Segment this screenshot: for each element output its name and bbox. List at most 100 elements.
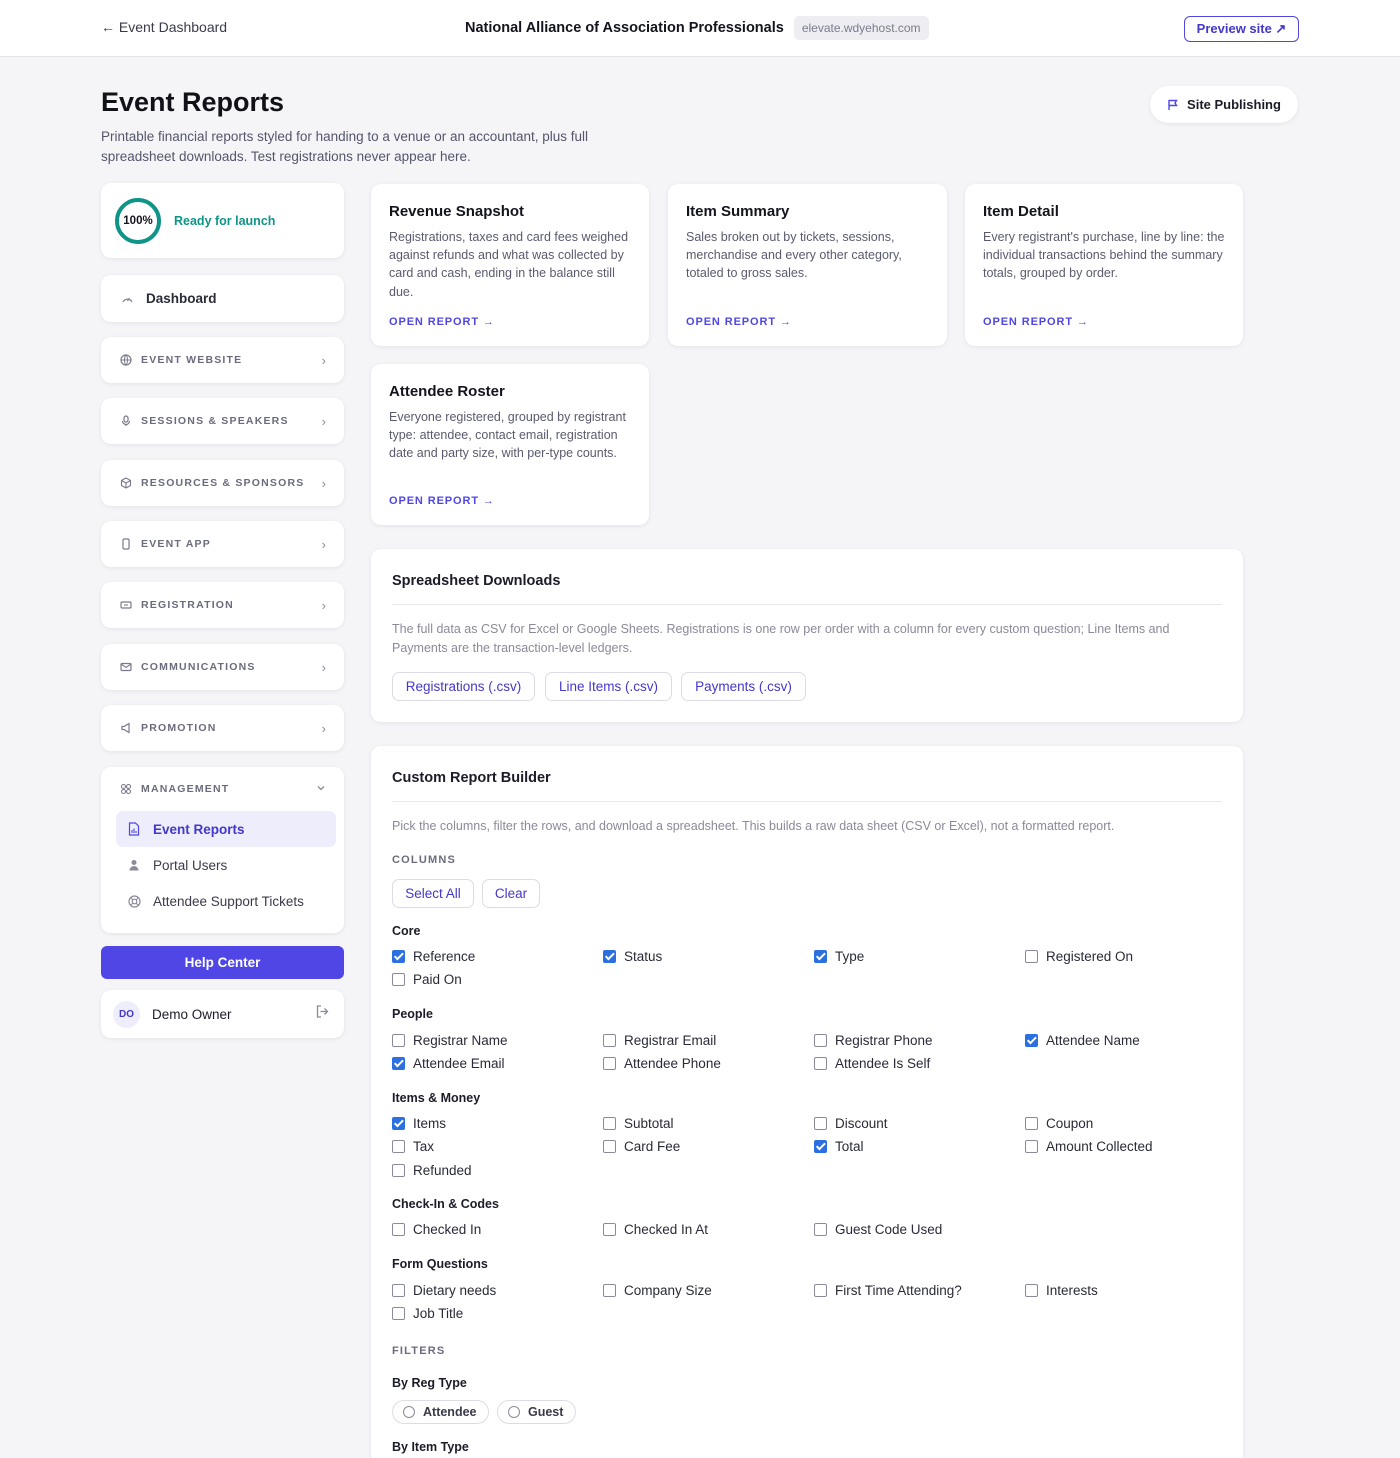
column-checkbox-guest-code-used[interactable]: Guest Code Used — [814, 1222, 942, 1237]
open-report-link[interactable]: OPEN REPORT → — [983, 316, 1089, 328]
checkbox[interactable] — [603, 1034, 616, 1047]
column-checkbox-type[interactable]: Type — [814, 949, 864, 964]
sidebar-item-event-app[interactable]: EVENT APP › — [101, 521, 344, 567]
sidebar-subitem-support-tickets[interactable]: Attendee Support Tickets — [116, 883, 336, 919]
site-publishing-button[interactable]: Site Publishing — [1150, 86, 1298, 123]
column-checkbox-total[interactable]: Total — [814, 1139, 864, 1154]
checkbox[interactable] — [392, 1117, 405, 1130]
column-checkbox-reference[interactable]: Reference — [392, 949, 475, 964]
checkbox[interactable] — [814, 1057, 827, 1070]
logout-icon[interactable] — [315, 1004, 330, 1024]
download-payments-button[interactable]: Payments (.csv) — [681, 672, 806, 701]
column-checkbox-card-fee[interactable]: Card Fee — [603, 1139, 680, 1154]
checkbox[interactable] — [1025, 1284, 1038, 1297]
column-checkbox-attendee-phone[interactable]: Attendee Phone — [603, 1056, 721, 1071]
download-line-items-button[interactable]: Line Items (.csv) — [545, 672, 672, 701]
checkbox[interactable] — [814, 1034, 827, 1047]
column-checkbox-attendee-name[interactable]: Attendee Name — [1025, 1033, 1140, 1048]
report-icon — [127, 822, 141, 836]
sidebar-subitem-event-reports[interactable]: Event Reports — [116, 811, 336, 847]
column-checkbox-tax[interactable]: Tax — [392, 1139, 434, 1154]
column-checkbox-subtotal[interactable]: Subtotal — [603, 1116, 674, 1131]
sidebar-item-registration[interactable]: REGISTRATION › — [101, 582, 344, 628]
checkbox[interactable] — [814, 1284, 827, 1297]
column-checkbox-checked-in[interactable]: Checked In — [392, 1222, 481, 1237]
column-checkbox-dietary-needs[interactable]: Dietary needs — [392, 1283, 496, 1298]
checkbox[interactable] — [1025, 1140, 1038, 1153]
column-checkbox-paid-on[interactable]: Paid On — [392, 972, 462, 987]
checkbox[interactable] — [392, 1284, 405, 1297]
column-checkbox-refunded[interactable]: Refunded — [392, 1163, 472, 1178]
sidebar-item-event-website[interactable]: EVENT WEBSITE › — [101, 337, 344, 383]
sidebar-item-sessions-speakers[interactable]: SESSIONS & SPEAKERS › — [101, 398, 344, 444]
sidebar-subitem-portal-users[interactable]: Portal Users — [116, 847, 336, 883]
open-report-link[interactable]: OPEN REPORT → — [686, 316, 792, 328]
radio[interactable] — [508, 1406, 520, 1418]
reg-type-option-guest[interactable]: Guest — [497, 1400, 577, 1424]
radio[interactable] — [403, 1406, 415, 1418]
checkbox[interactable] — [603, 1057, 616, 1070]
checkbox[interactable] — [603, 950, 616, 963]
checkbox[interactable] — [814, 1140, 827, 1153]
custom-report-builder-panel: Custom Report Builder Pick the columns, … — [371, 746, 1243, 1458]
checkbox[interactable] — [603, 1284, 616, 1297]
column-checkbox-job-title[interactable]: Job Title — [392, 1306, 463, 1321]
open-report-link[interactable]: OPEN REPORT → — [389, 495, 495, 507]
checkbox[interactable] — [392, 1223, 405, 1236]
checkbox[interactable] — [1025, 1034, 1038, 1047]
preview-site-button[interactable]: Preview site ↗ — [1184, 16, 1299, 42]
checkbox[interactable] — [814, 1117, 827, 1130]
checkbox[interactable] — [392, 1057, 405, 1070]
report-card-revenue-snapshot: Revenue Snapshot Registrations, taxes an… — [371, 184, 649, 346]
help-center-button[interactable]: Help Center — [101, 946, 344, 979]
checkbox[interactable] — [603, 1140, 616, 1153]
column-checkbox-registered-on[interactable]: Registered On — [1025, 949, 1133, 964]
column-checkbox-items[interactable]: Items — [392, 1116, 446, 1131]
back-to-dashboard-link[interactable]: ← Event Dashboard — [101, 19, 227, 35]
checkbox[interactable] — [392, 1034, 405, 1047]
top-bar: ← Event Dashboard National Alliance of A… — [0, 0, 1400, 57]
download-registrations-button[interactable]: Registrations (.csv) — [392, 672, 535, 701]
reg-type-option-attendee[interactable]: Attendee — [392, 1400, 490, 1424]
checkbox-label: Registrar Email — [624, 1033, 717, 1048]
sidebar-item-communications[interactable]: COMMUNICATIONS › — [101, 644, 344, 690]
launch-status-label: Ready for launch — [174, 213, 276, 228]
column-checkbox-first-time-attending[interactable]: First Time Attending? — [814, 1283, 962, 1298]
column-checkbox-interests[interactable]: Interests — [1025, 1283, 1098, 1298]
checkbox[interactable] — [392, 1140, 405, 1153]
column-checkbox-registrar-email[interactable]: Registrar Email — [603, 1033, 716, 1048]
sidebar-item-promotion[interactable]: PROMOTION › — [101, 705, 344, 751]
open-report-link[interactable]: OPEN REPORT → — [389, 316, 495, 328]
checkbox[interactable] — [392, 973, 405, 986]
column-checkbox-coupon[interactable]: Coupon — [1025, 1116, 1093, 1131]
checkbox-label: Discount — [835, 1116, 888, 1131]
sidebar-item-resources-sponsors[interactable]: RESOURCES & SPONSORS › — [101, 460, 344, 506]
checkbox[interactable] — [603, 1223, 616, 1236]
checkbox[interactable] — [603, 1117, 616, 1130]
checkbox[interactable] — [392, 1307, 405, 1320]
column-checkbox-company-size[interactable]: Company Size — [603, 1283, 712, 1298]
clear-button[interactable]: Clear — [482, 879, 540, 908]
checkbox[interactable] — [814, 1223, 827, 1236]
checkbox[interactable] — [392, 950, 405, 963]
column-checkbox-attendee-is-self[interactable]: Attendee Is Self — [814, 1056, 930, 1071]
column-checkbox-status[interactable]: Status — [603, 949, 662, 964]
sidebar-item-management[interactable]: MANAGEMENT — [101, 767, 344, 811]
column-checkbox-registrar-name[interactable]: Registrar Name — [392, 1033, 508, 1048]
checkbox[interactable] — [814, 950, 827, 963]
select-all-button[interactable]: Select All — [392, 879, 474, 908]
checkbox[interactable] — [392, 1164, 405, 1177]
column-checkbox-discount[interactable]: Discount — [814, 1116, 888, 1131]
column-checkbox-checked-in-at[interactable]: Checked In At — [603, 1222, 708, 1237]
chevron-right-icon: › — [321, 475, 326, 491]
sidebar-item-dashboard[interactable]: Dashboard — [101, 275, 344, 322]
column-checkbox-amount-collected[interactable]: Amount Collected — [1025, 1139, 1153, 1154]
domain-badge: elevate.wdyehost.com — [793, 16, 929, 40]
column-checkbox-registrar-phone[interactable]: Registrar Phone — [814, 1033, 933, 1048]
ticket-icon — [120, 599, 132, 611]
radio-label: Guest — [528, 1405, 564, 1419]
checkbox[interactable] — [1025, 950, 1038, 963]
chevron-right-icon: › — [321, 720, 326, 736]
checkbox[interactable] — [1025, 1117, 1038, 1130]
column-checkbox-attendee-email[interactable]: Attendee Email — [392, 1056, 505, 1071]
